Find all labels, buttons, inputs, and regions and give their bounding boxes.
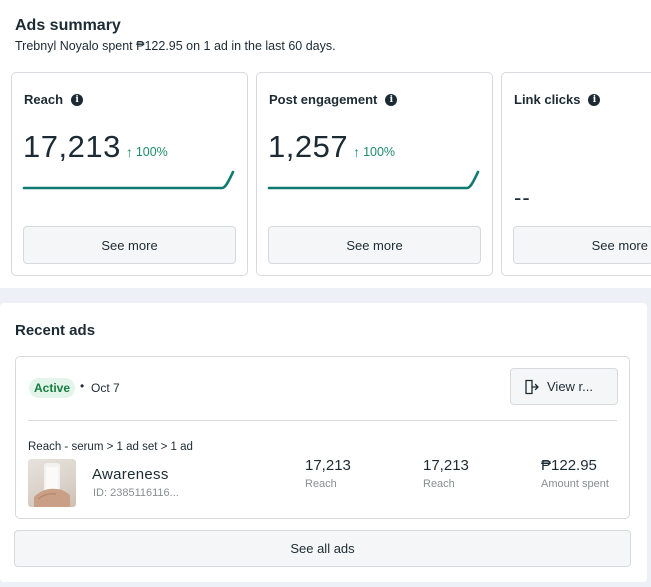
- view-exit-icon: [525, 379, 539, 394]
- ads-summary-panel: Ads summary Trebnyl Noyalo spent ₱122.95…: [0, 0, 651, 288]
- post-engagement-card: Post engagement i 1,257 ↑ 100% See more: [256, 72, 493, 276]
- sparkline-path: [22, 170, 235, 190]
- post-engagement-sparkline: [267, 170, 480, 190]
- metric-value: 1,257: [268, 129, 349, 164]
- separator-dot: •: [80, 379, 85, 393]
- stat-reach-secondary: 17,213 Reach: [423, 457, 469, 490]
- stat-amount-spent: ₱122.95 Amount spent: [541, 457, 609, 490]
- metric-row: 17,213 ↑ 100%: [23, 129, 168, 165]
- divider: [28, 420, 617, 421]
- metric-row: 1,257 ↑ 100%: [268, 129, 395, 165]
- post-engagement-card-header: Post engagement i: [269, 92, 398, 107]
- view-results-button[interactable]: View r...: [510, 368, 618, 405]
- metric-value: 17,213: [23, 129, 121, 164]
- recent-ads-title: Recent ads: [15, 322, 96, 339]
- link-clicks-card-header: Link clicks i: [514, 92, 601, 107]
- arrow-up-icon: ↑: [125, 144, 133, 160]
- stat-value: 17,213: [423, 457, 469, 474]
- reach-card: Reach i 17,213 ↑ 100% See more: [11, 72, 248, 276]
- status-badge: Active: [29, 378, 76, 398]
- info-icon[interactable]: i: [71, 93, 84, 106]
- reach-sparkline: [22, 170, 235, 190]
- metric-change: ↑ 100%: [353, 144, 395, 160]
- card-title: Post engagement: [269, 92, 378, 107]
- info-icon[interactable]: i: [385, 93, 398, 106]
- recent-ads-panel: Recent ads Active • Oct 7 View r... Reac…: [0, 303, 647, 582]
- see-more-button[interactable]: See more: [23, 226, 236, 264]
- ad-thumbnail[interactable]: [28, 459, 76, 507]
- ad-date: Oct 7: [91, 381, 120, 395]
- metric-value-empty: --: [514, 185, 531, 210]
- ads-summary-title: Ads summary: [15, 17, 121, 34]
- arrow-up-icon: ↑: [353, 144, 361, 160]
- reach-card-header: Reach i: [24, 92, 84, 107]
- stat-value: 17,213: [305, 457, 351, 474]
- stat-reach: 17,213 Reach: [305, 457, 351, 490]
- ad-name[interactable]: Awareness: [92, 466, 169, 483]
- metric-change-value: 100%: [135, 145, 168, 159]
- link-clicks-card: Link clicks i -- See more: [501, 72, 651, 276]
- ads-summary-subtitle: Trebnyl Noyalo spent ₱122.95 on 1 ad in …: [15, 39, 336, 53]
- sparkline-path: [267, 170, 480, 190]
- recent-ad-card: Active • Oct 7 View r... Reach - serum >…: [15, 356, 630, 519]
- stat-value: ₱122.95: [541, 457, 597, 474]
- stat-label: Amount spent: [541, 478, 609, 490]
- metric-change-value: 100%: [363, 145, 396, 159]
- see-all-ads-button[interactable]: See all ads: [14, 530, 631, 567]
- card-title: Reach: [24, 92, 64, 107]
- breadcrumb[interactable]: Reach - serum > 1 ad set > 1 ad: [28, 441, 193, 453]
- stat-label: Reach: [305, 478, 337, 490]
- see-more-button[interactable]: See more: [268, 226, 481, 264]
- product-image-icon: [34, 463, 70, 507]
- stat-label: Reach: [423, 478, 455, 490]
- ad-id: ID: 2385116116...: [93, 487, 179, 499]
- view-results-label: View r...: [547, 379, 594, 394]
- metric-change: ↑ 100%: [126, 144, 168, 160]
- see-more-button[interactable]: See more: [513, 226, 651, 264]
- info-icon[interactable]: i: [588, 93, 601, 106]
- card-title: Link clicks: [514, 92, 581, 107]
